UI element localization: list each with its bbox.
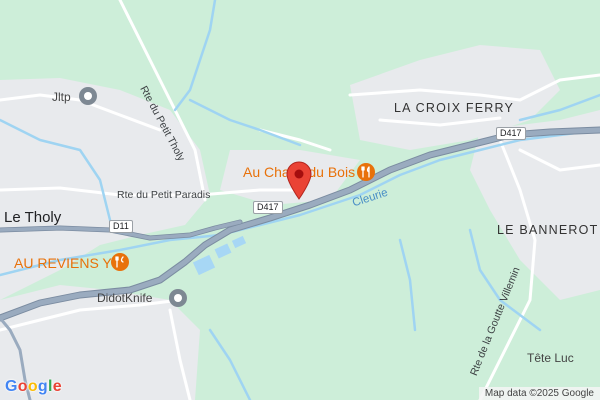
place-label-le-bannerot: LE BANNEROT — [497, 223, 599, 237]
poi-label-jltp[interactable]: Jltp — [52, 90, 71, 104]
pond-3 — [231, 235, 247, 249]
poi-label-restaurant-2[interactable]: AU REVIENS Y — [14, 255, 112, 271]
location-pin-icon[interactable] — [285, 160, 313, 200]
road-shield-d11: D11 — [109, 220, 133, 233]
restaurant-icon[interactable] — [110, 252, 130, 272]
poi-label-didotknife[interactable]: DidotKnife — [97, 291, 152, 305]
place-label-le-tholy: Le Tholy — [4, 209, 62, 226]
generic-poi-icon[interactable] — [78, 86, 98, 106]
river-north-2 — [188, 98, 302, 147]
pond-1 — [192, 254, 216, 276]
generic-poi-icon[interactable] — [168, 288, 188, 308]
road-shield-d417-east: D417 — [496, 127, 526, 140]
place-label-la-croix-ferry: LA CROIX FERRY — [394, 101, 515, 115]
map-canvas[interactable]: LA CROIX FERRY LE BANNEROT Le Tholy Tête… — [0, 0, 600, 400]
road-shield-d417-center: D417 — [253, 201, 283, 214]
river-east — [398, 238, 417, 332]
restaurant-icon[interactable] — [356, 162, 376, 182]
river-south — [208, 328, 252, 400]
river-north — [173, 0, 217, 112]
pond-2 — [214, 243, 232, 259]
place-label-tete-luc: Tête Luc — [527, 351, 574, 365]
road-label-petit-paradis: Rte du Petit Paradis — [117, 189, 211, 201]
google-logo: Google — [5, 378, 62, 395]
map-attribution: Map data ©2025 Google — [478, 387, 600, 400]
